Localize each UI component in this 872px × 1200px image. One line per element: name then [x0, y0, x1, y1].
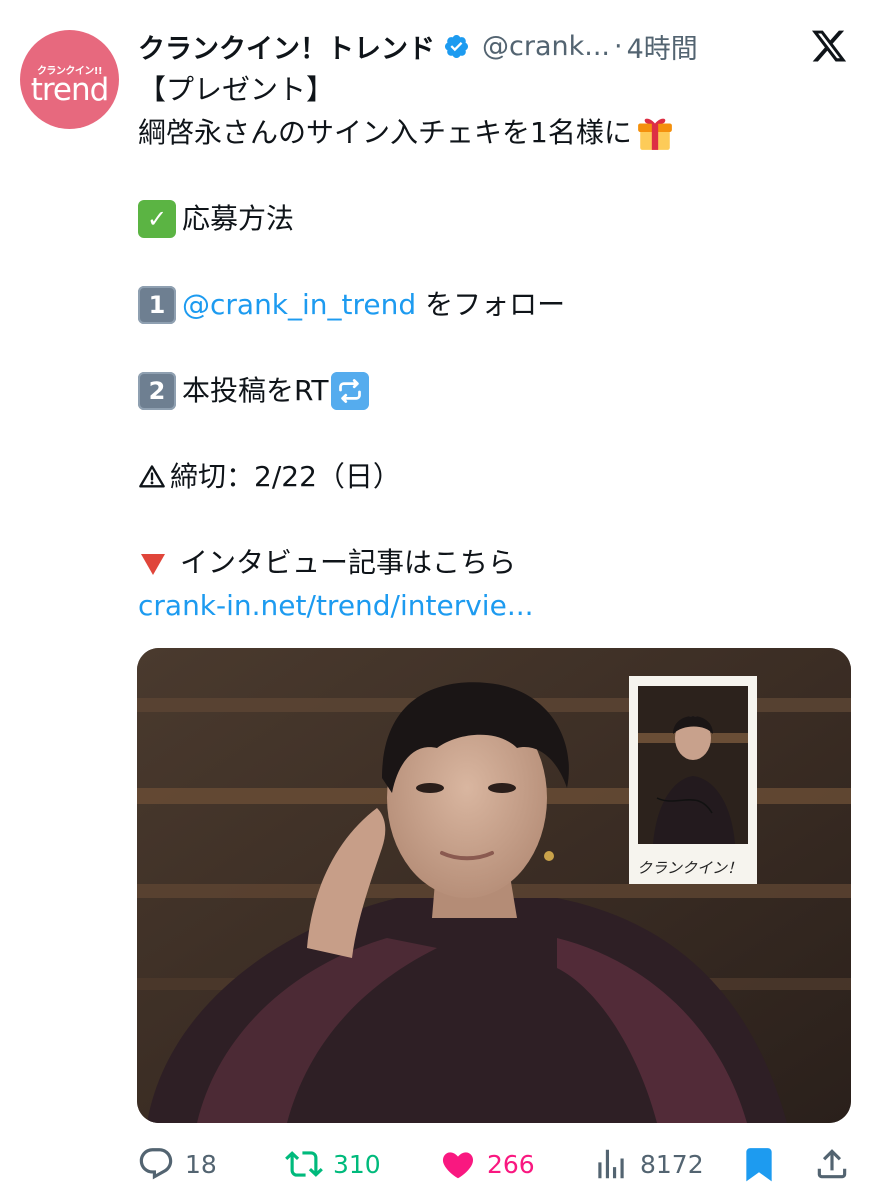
gift-icon — [637, 118, 672, 150]
view-count: 8172 — [640, 1149, 704, 1179]
retweet-button[interactable]: 310 — [285, 1140, 381, 1188]
tweet-photo[interactable]: クランクイン！ — [137, 648, 851, 1123]
step2-text: 本投稿をRT — [182, 374, 329, 407]
avatar-logo-main: trend — [30, 72, 110, 108]
action-bar: 18 310 266 8172 — [137, 1140, 851, 1188]
tweet-header: クランクイン！トレンド @crank... · 4時間 — [138, 26, 698, 66]
text-line-deadline: 締切：2/22（日） — [138, 455, 858, 498]
how-to-apply-label: 応募方法 — [182, 202, 295, 235]
keycap-one-icon: 1 — [138, 285, 176, 324]
bookmark-button[interactable] — [740, 1140, 778, 1188]
like-button[interactable]: 266 — [439, 1140, 535, 1188]
text-line-step2: 2 本投稿をRT — [138, 369, 858, 412]
reply-count: 18 — [185, 1149, 217, 1179]
x-logo-icon[interactable] — [810, 27, 848, 65]
step1-text: をフォロー — [416, 288, 566, 321]
like-count: 266 — [487, 1149, 535, 1179]
user-handle[interactable]: @crank... — [482, 31, 610, 62]
reply-button[interactable]: 18 — [137, 1140, 217, 1188]
verified-badge-icon — [444, 34, 469, 58]
check-mark-icon: ✓ — [138, 199, 176, 238]
text-line-3: ✓ 応募方法 — [138, 197, 858, 240]
polaroid-caption: クランクイン！ — [637, 859, 742, 877]
retweet-icon — [285, 1151, 323, 1177]
polaroid-photo — [629, 676, 757, 884]
timestamp[interactable]: 4時間 — [627, 27, 698, 66]
retweet-count: 310 — [333, 1149, 381, 1179]
bookmark-icon — [746, 1148, 772, 1182]
red-triangle-down-icon — [141, 553, 165, 575]
avatar[interactable]: クランクイン!! trend — [20, 30, 119, 129]
text-line-1: 【プレゼント】 — [138, 73, 335, 106]
mention-link[interactable]: @crank_in_trend — [182, 283, 416, 326]
repeat-arrows-icon — [330, 371, 369, 410]
deadline-text: 締切：2/22（日） — [170, 460, 401, 493]
separator-dot: · — [614, 30, 623, 62]
text-line-link: crank-in.net/trend/intervie... — [138, 584, 858, 627]
display-name[interactable]: クランクイン！トレンド — [138, 27, 435, 66]
article-link[interactable]: crank-in.net/trend/intervie... — [138, 584, 534, 627]
share-button[interactable] — [813, 1140, 851, 1188]
present-description: 綱啓永さんのサイン入チェキを1名様に — [138, 116, 632, 149]
text-line-step1: 1 @crank_in_trend をフォロー — [138, 283, 858, 326]
views-button[interactable]: 8172 — [592, 1140, 704, 1188]
article-text: インタビュー記事はこちら — [180, 546, 517, 579]
photo-image: クランクイン！ — [137, 648, 851, 1123]
text-line-2: 綱啓永さんのサイン入チェキを1名様に — [138, 111, 858, 154]
keycap-two-icon: 2 — [138, 371, 176, 410]
share-icon — [817, 1149, 847, 1179]
heart-icon — [442, 1152, 474, 1179]
text-line-article: インタビュー記事はこちら — [138, 541, 858, 584]
warning-icon — [139, 464, 165, 487]
reply-icon — [139, 1148, 173, 1180]
tweet-text: 【プレゼント】 綱啓永さんのサイン入チェキを1名様に ✓ 応募方法 1 @cra… — [138, 68, 858, 627]
analytics-icon — [598, 1149, 624, 1179]
